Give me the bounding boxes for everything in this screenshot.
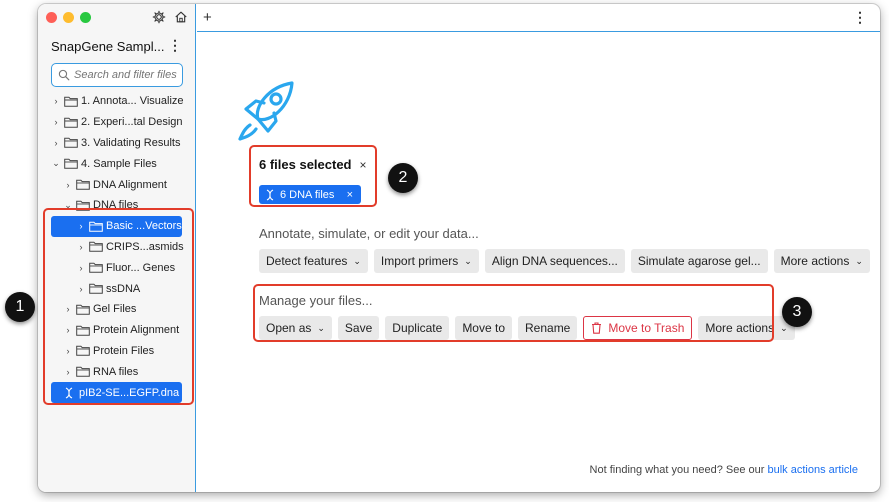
annotate-section-label: Annotate, simulate, or edit your data...	[259, 226, 479, 241]
chevron-right-icon[interactable]: ›	[63, 180, 73, 190]
folder-icon	[64, 117, 78, 128]
callout-badge: 1	[5, 292, 35, 322]
tree-item[interactable]: › 1. Annota... Visualize	[38, 91, 195, 112]
search-field[interactable]	[51, 63, 183, 87]
callout-badge: 3	[782, 297, 812, 327]
help-footer: Not finding what you need? See our bulk …	[590, 464, 858, 476]
highlight-box-sidebar-selection	[43, 208, 194, 405]
button-label: Align DNA sequences...	[491, 254, 618, 268]
tree-item-label: 3. Validating Results	[81, 136, 181, 149]
chevron-down-icon: ⌄	[353, 255, 361, 266]
chevron-down-icon: ⌄	[464, 255, 472, 266]
project-menu-button[interactable]: ⋮	[168, 37, 182, 54]
button-label: Import primers	[380, 254, 459, 268]
folder-icon	[64, 96, 78, 107]
button-label: Simulate agarose gel...	[637, 254, 761, 268]
search-icon	[58, 69, 70, 81]
tree-item-label: 1. Annota... Visualize	[81, 95, 184, 108]
button-label: More actions	[780, 254, 850, 268]
tree-item[interactable]: › 3. Validating Results	[38, 133, 195, 154]
tree-item[interactable]: ⌄ 4. Sample Files	[38, 153, 195, 174]
simulate-agarose-gel-button[interactable]: Simulate agarose gel...	[630, 249, 768, 273]
import-primers-button[interactable]: Import primers ⌄	[373, 249, 479, 273]
folder-icon	[76, 179, 90, 190]
tree-item-label: DNA Alignment	[93, 178, 167, 191]
tree-item-label: 4. Sample Files	[81, 157, 157, 170]
tab-divider	[197, 31, 880, 32]
detect-features-button[interactable]: Detect features ⌄	[259, 249, 368, 273]
home-icon[interactable]	[174, 10, 188, 24]
bulk-actions-link[interactable]: bulk actions article	[768, 464, 859, 476]
chevron-down-icon: ⌄	[855, 255, 863, 266]
search-input[interactable]	[74, 69, 182, 81]
highlight-box-manage-files	[253, 284, 774, 342]
gear-icon[interactable]	[152, 10, 166, 24]
align-dna-sequences-button[interactable]: Align DNA sequences...	[484, 249, 625, 273]
main-menu-button[interactable]: ⋮	[853, 9, 867, 26]
rocket-icon	[238, 81, 294, 141]
folder-icon	[64, 138, 78, 149]
chevron-right-icon[interactable]: ›	[51, 138, 61, 148]
close-window-button[interactable]	[46, 12, 57, 23]
main-panel: + ⋮ 6 files selected × 6 DNA files × Ann…	[197, 4, 880, 492]
tree-item-label: 2. Experi...tal Design	[81, 116, 183, 129]
chevron-down-icon[interactable]: ⌄	[51, 158, 61, 169]
chevron-right-icon[interactable]: ›	[51, 96, 61, 106]
footer-text: Not finding what you need? See our	[589, 464, 768, 476]
tree-item[interactable]: › DNA Alignment	[38, 174, 195, 195]
more-actions-button[interactable]: More actions ⌄	[773, 249, 870, 273]
minimize-window-button[interactable]	[63, 12, 74, 23]
project-title[interactable]: SnapGene Sampl...	[51, 39, 164, 54]
folder-icon	[64, 158, 78, 170]
window-controls	[46, 12, 91, 23]
callout-badge: 2	[388, 163, 418, 193]
highlight-box-selection-summary	[249, 145, 377, 207]
zoom-window-button[interactable]	[80, 12, 91, 23]
chevron-right-icon[interactable]: ›	[51, 117, 61, 127]
chevron-down-icon: ⌄	[780, 322, 788, 333]
button-label: Detect features	[266, 254, 348, 268]
annotate-toolbar: Detect features ⌄ Import primers ⌄ Align DNA…	[259, 249, 870, 273]
tree-item[interactable]: › 2. Experi...tal Design	[38, 112, 195, 133]
new-tab-button[interactable]: +	[203, 9, 212, 26]
